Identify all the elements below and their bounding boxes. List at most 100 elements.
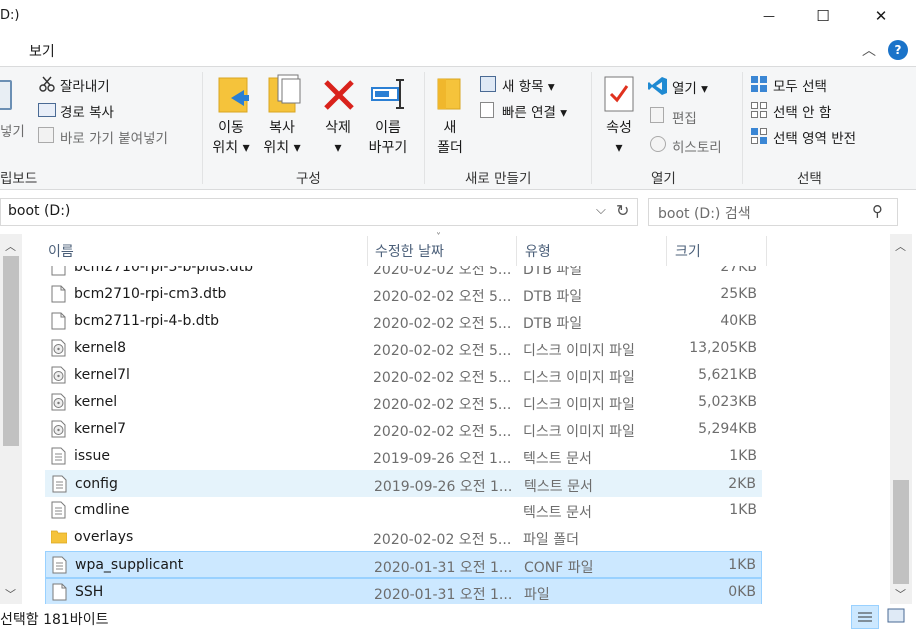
file-row[interactable]: cmdline 텍스트 문서 1KB <box>45 497 762 524</box>
text-file-icon <box>51 447 66 465</box>
file-size: 40KB <box>720 313 757 329</box>
column-divider[interactable] <box>666 236 667 266</box>
help-icon[interactable]: ? <box>888 40 908 60</box>
scroll-up-icon[interactable]: ︿ <box>895 238 906 254</box>
edit-button[interactable]: 편집 <box>672 107 697 127</box>
ribbon-tab-row <box>0 34 916 66</box>
file-row[interactable]: kernel8 2020-02-02 오전 5... 디스크 이미지 파일 13,20… <box>45 335 762 362</box>
column-header-size[interactable]: 크기 <box>675 241 701 261</box>
address-bar[interactable] <box>0 198 638 226</box>
paste-label[interactable]: 넣기 <box>0 120 25 140</box>
disc-image-icon <box>51 339 66 357</box>
file-name: config <box>75 476 118 492</box>
maximize-button[interactable]: ☐ <box>800 0 846 32</box>
history-button[interactable]: 히스토리 <box>672 136 722 156</box>
new-folder-button[interactable]: 새 폴더 <box>428 118 472 158</box>
file-row[interactable]: SSH 2020-01-31 오전 1... 파일 0KB <box>45 578 762 604</box>
rename-icon <box>370 76 408 112</box>
move-to-button[interactable]: 이동 위치 ▾ <box>205 118 257 158</box>
copy-to-button[interactable]: 복사 위치 ▾ <box>256 118 308 158</box>
text-file-icon <box>51 501 66 519</box>
copy-path-button[interactable]: 경로 복사 <box>60 101 114 121</box>
file-type: 디스크 이미지 파일 <box>523 397 635 413</box>
select-none-button[interactable]: 선택 안 함 <box>773 101 831 121</box>
column-divider[interactable] <box>766 236 767 266</box>
ribbon-separator <box>591 72 592 184</box>
column-header-date[interactable]: 수정한 날짜 <box>375 241 444 261</box>
copy-path-icon <box>38 103 56 117</box>
paste-shortcut-icon <box>38 127 54 143</box>
maximize-icon: ☐ <box>816 7 830 25</box>
file-row[interactable]: kernel7l 2020-02-02 오전 5... 디스크 이미지 파일 5,62… <box>45 362 762 389</box>
file-row[interactable]: wpa_supplicant 2020-01-31 오전 1... CONF 파일 1… <box>45 551 762 578</box>
column-divider[interactable] <box>516 236 517 266</box>
ribbon-separator <box>742 72 743 184</box>
file-row[interactable]: kernel 2020-02-02 오전 5... 디스크 이미지 파일 5,023K… <box>45 389 762 416</box>
delete-button[interactable]: 삭제 ▾ <box>314 118 362 158</box>
open-with-button[interactable]: 열기 ▾ <box>672 77 708 97</box>
search-icon[interactable]: ⚲ <box>872 202 883 220</box>
file-row[interactable]: bcm2710-rpi-3-b-plus.dtb 2020-02-02 오전 5.… <box>45 266 762 281</box>
select-all-button[interactable]: 모두 선택 <box>773 75 827 95</box>
file-date: 2020-02-02 오전 5... <box>373 266 512 278</box>
refresh-icon[interactable]: ↻ <box>616 201 629 220</box>
details-view-button[interactable] <box>851 605 879 629</box>
paste-icon <box>0 80 12 110</box>
file-type: DTB 파일 <box>523 266 583 278</box>
address-path[interactable]: boot (D:) <box>8 203 70 219</box>
search-input[interactable]: boot (D:) 검색 <box>658 203 751 223</box>
window-title: D:) <box>0 8 20 23</box>
ribbon-separator <box>202 72 203 184</box>
file-size: 0KB <box>728 584 756 600</box>
invert-selection-button[interactable]: 선택 영역 반전 <box>773 127 856 147</box>
scroll-down-icon[interactable]: ﹀ <box>895 586 906 602</box>
file-list-scrollbar[interactable]: ︿ ﹀ <box>890 234 912 604</box>
file-scroll-thumb[interactable] <box>893 480 909 584</box>
large-icons-view-icon <box>887 608 905 623</box>
file-date: 2020-02-02 오전 5... <box>373 532 512 548</box>
paste-shortcut-button[interactable]: 바로 가기 붙여넣기 <box>60 127 168 147</box>
file-row[interactable]: overlays 2020-02-02 오전 5... 파일 폴더 <box>45 524 762 551</box>
file-type: 파일 <box>524 587 550 603</box>
file-row[interactable]: bcm2710-rpi-cm3.dtb 2020-02-02 오전 5... DTB… <box>45 281 762 308</box>
file-type: DTB 파일 <box>523 289 583 305</box>
column-header-name[interactable]: 이름 <box>48 241 74 261</box>
tab-view[interactable]: 보기 <box>29 41 55 61</box>
move-to-icon <box>217 76 249 114</box>
properties-icon <box>604 76 634 112</box>
file-name: kernel8 <box>74 340 127 356</box>
invert-selection-icon <box>751 128 767 144</box>
minimize-icon: — <box>763 9 775 23</box>
file-row[interactable]: issue 2019-09-26 오전 1... 텍스트 문서 1KB <box>45 443 762 470</box>
file-date: 2020-02-02 오전 5... <box>373 343 512 359</box>
properties-button[interactable]: 속성 ▾ <box>596 118 642 158</box>
close-button[interactable]: ✕ <box>858 0 904 32</box>
file-size: 5,621KB <box>698 367 757 383</box>
file-type: DTB 파일 <box>523 316 583 332</box>
file-size: 1KB <box>728 557 756 573</box>
file-date: 2020-02-02 오전 5... <box>373 397 512 413</box>
column-header-type[interactable]: 유형 <box>525 241 551 261</box>
easy-access-button[interactable]: 빠른 연결 ▾ <box>502 101 567 121</box>
minimize-button[interactable]: — <box>746 0 792 32</box>
rename-button[interactable]: 이름 바꾸기 <box>362 118 414 158</box>
large-icons-view-button[interactable] <box>883 605 911 629</box>
file-name: cmdline <box>74 502 130 518</box>
file-size: 27KB <box>720 266 757 275</box>
file-type: 디스크 이미지 파일 <box>523 343 635 359</box>
cut-button[interactable]: 잘라내기 <box>60 75 110 95</box>
group-label-open: 열기 <box>651 171 676 187</box>
collapse-ribbon-icon[interactable]: ︿ <box>862 40 882 60</box>
file-row[interactable]: bcm2711-rpi-4-b.dtb 2020-02-02 오전 5... DTB… <box>45 308 762 335</box>
new-item-button[interactable]: 새 항목 ▾ <box>502 75 555 95</box>
file-row[interactable]: kernel7 2020-02-02 오전 5... 디스크 이미지 파일 5,294… <box>45 416 762 443</box>
file-row[interactable]: config 2019-09-26 오전 1... 텍스트 문서 2KB <box>45 470 762 497</box>
scroll-up-icon[interactable]: ︿ <box>5 238 16 254</box>
file-date: 2019-09-26 오전 1... <box>373 451 512 467</box>
file-size: 2KB <box>728 476 756 492</box>
file-name: kernel <box>74 394 118 410</box>
title-bar: D:) — ☐ ✕ <box>0 0 916 34</box>
group-label-organize: 구성 <box>296 171 321 187</box>
column-divider[interactable] <box>367 236 368 266</box>
address-dropdown-icon[interactable]: ⌵ <box>596 203 606 218</box>
